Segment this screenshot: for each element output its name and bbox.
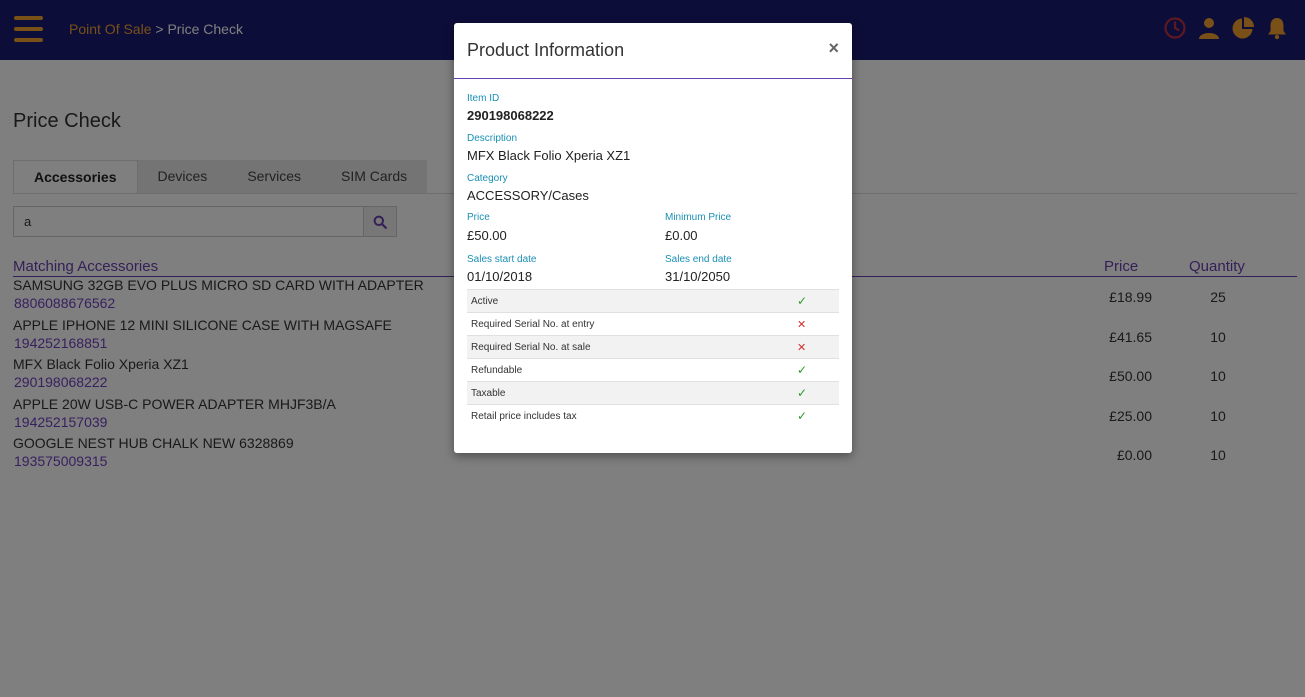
flag-row-price-includes-tax: Retail price includes tax ✓ bbox=[467, 404, 839, 427]
check-icon: ✓ bbox=[797, 409, 808, 423]
item-id-label: Item ID bbox=[467, 93, 500, 104]
flag-label: Required Serial No. at sale bbox=[471, 342, 591, 353]
sales-end-date-label: Sales end date bbox=[665, 254, 732, 265]
price-label: Price bbox=[467, 212, 490, 223]
description-value: MFX Black Folio Xperia XZ1 bbox=[467, 148, 631, 163]
product-flags-table: Active ✓ Required Serial No. at entry ✕ … bbox=[467, 289, 839, 427]
modal-header: Product Information × bbox=[454, 23, 852, 79]
cross-icon: ✕ bbox=[797, 342, 807, 354]
sales-end-date-value: 31/10/2050 bbox=[665, 269, 731, 284]
flag-label: Refundable bbox=[471, 365, 523, 376]
category-label: Category bbox=[467, 173, 508, 184]
minimum-price-label: Minimum Price bbox=[665, 212, 732, 223]
cross-icon: ✕ bbox=[797, 319, 807, 331]
flag-row-serial-sale: Required Serial No. at sale ✕ bbox=[467, 335, 839, 358]
sales-start-date-label: Sales start date bbox=[467, 254, 537, 265]
flag-label: Required Serial No. at entry bbox=[471, 319, 595, 330]
check-icon: ✓ bbox=[797, 386, 808, 400]
check-icon: ✓ bbox=[797, 294, 808, 308]
minimum-price-value: £0.00 bbox=[665, 228, 698, 243]
flag-label: Active bbox=[471, 296, 499, 307]
item-id-value: 290198068222 bbox=[467, 108, 554, 123]
flag-row-active: Active ✓ bbox=[467, 289, 839, 312]
modal-title: Product Information bbox=[467, 40, 625, 60]
flag-label: Taxable bbox=[471, 388, 506, 399]
category-value: ACCESSORY/Cases bbox=[467, 188, 589, 203]
price-value: £50.00 bbox=[467, 228, 507, 243]
flag-row-serial-entry: Required Serial No. at entry ✕ bbox=[467, 312, 839, 335]
close-icon[interactable]: × bbox=[828, 38, 839, 59]
description-label: Description bbox=[467, 133, 518, 144]
flag-row-refundable: Refundable ✓ bbox=[467, 358, 839, 381]
flag-row-taxable: Taxable ✓ bbox=[467, 381, 839, 404]
sales-start-date-value: 01/10/2018 bbox=[467, 269, 533, 284]
flag-label: Retail price includes tax bbox=[471, 411, 577, 422]
check-icon: ✓ bbox=[797, 363, 808, 377]
product-information-modal: Product Information × Item ID 2901980682… bbox=[454, 23, 852, 453]
